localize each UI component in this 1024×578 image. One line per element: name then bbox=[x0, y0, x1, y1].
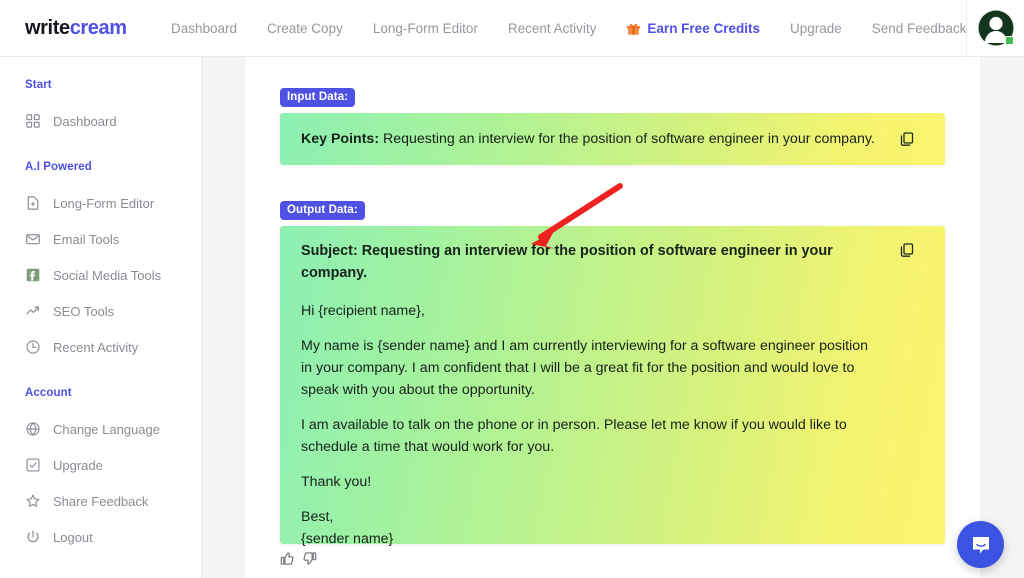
sidebar-item-social-media-tools-label: Social Media Tools bbox=[53, 267, 162, 283]
sidebar-item-share-feedback-label: Share Feedback bbox=[53, 493, 149, 509]
nav-item-dashboard[interactable]: Dashboard bbox=[171, 21, 237, 36]
sidebar-item-change-language[interactable]: Change Language bbox=[0, 411, 201, 447]
sidebar-item-long-form-editor-label: Long-Form Editor bbox=[53, 195, 155, 211]
output-paragraph-greeting: Hi {recipient name}, bbox=[301, 302, 425, 319]
output-signoff-line1: Best, bbox=[301, 508, 334, 525]
sidebar-section-start: Start bbox=[25, 79, 52, 91]
brand-logo-part2: cream bbox=[69, 16, 127, 39]
top-nav-links: Dashboard Create Copy Long-Form Editor R… bbox=[143, 0, 966, 57]
sidebar-item-upgrade-label: Upgrade bbox=[53, 457, 103, 473]
avatar-container[interactable] bbox=[966, 0, 1024, 57]
sidebar-item-seo-tools[interactable]: SEO Tools bbox=[0, 293, 201, 329]
key-points-label: Key Points: bbox=[301, 131, 380, 147]
output-paragraph-availability: I am available to talk on the phone or i… bbox=[301, 416, 847, 455]
star-icon bbox=[24, 493, 41, 510]
globe-icon bbox=[24, 421, 41, 438]
copy-icon[interactable] bbox=[899, 242, 915, 258]
sidebar-item-long-form-editor[interactable]: Long-Form Editor bbox=[0, 185, 201, 221]
sidebar-item-email-tools[interactable]: Email Tools bbox=[0, 221, 201, 257]
sidebar-item-email-tools-label: Email Tools bbox=[53, 231, 120, 247]
output-signoff: Best, {sender name} bbox=[301, 506, 875, 550]
facebook-square-icon bbox=[24, 267, 41, 284]
feedback-controls bbox=[280, 551, 317, 566]
output-signoff-line2: {sender name} bbox=[301, 530, 394, 547]
avatar-status-dot bbox=[1004, 36, 1014, 45]
envelope-icon bbox=[24, 231, 41, 248]
sidebar-item-logout-label: Logout bbox=[53, 529, 93, 545]
output-data-badge: Output Data: bbox=[280, 201, 365, 220]
nav-item-long-form-editor[interactable]: Long-Form Editor bbox=[373, 21, 478, 36]
nav-item-earn-free-credits-label: Earn Free Credits bbox=[647, 20, 760, 36]
input-data-badge-container: Input Data: bbox=[245, 87, 356, 107]
top-navigation-bar: writecream Dashboard Create Copy Long-Fo… bbox=[0, 0, 1024, 57]
nav-item-upgrade[interactable]: Upgrade bbox=[790, 21, 842, 36]
output-data-text: Subject: Requesting an interview for the… bbox=[280, 226, 945, 550]
sidebar-section-ai-powered: A.I Powered bbox=[25, 161, 92, 173]
input-data-badge: Input Data: bbox=[280, 88, 356, 107]
output-paragraph-intro: My name is {sender name} and I am curren… bbox=[301, 337, 869, 398]
sidebar: Start Dashboard A.I Powered Long-Form Ed… bbox=[0, 57, 202, 578]
sidebar-item-dashboard[interactable]: Dashboard bbox=[0, 103, 201, 139]
brand-logo[interactable]: writecream bbox=[0, 0, 143, 57]
nav-item-recent-activity[interactable]: Recent Activity bbox=[508, 21, 597, 36]
checkbox-square-icon bbox=[24, 457, 41, 474]
output-data-box: Subject: Requesting an interview for the… bbox=[280, 226, 945, 547]
input-data-text: Key Points: Requesting an interview for … bbox=[280, 113, 945, 150]
output-data-badge-container: Output Data: bbox=[245, 200, 365, 220]
nav-item-send-feedback[interactable]: Send Feedback bbox=[872, 21, 967, 36]
sidebar-item-upgrade[interactable]: Upgrade bbox=[0, 447, 201, 483]
content-panel: Input Data: Key Points: Requesting an in… bbox=[245, 57, 980, 578]
gift-icon bbox=[626, 21, 641, 36]
left-gutter bbox=[203, 57, 245, 578]
sidebar-item-social-media-tools[interactable]: Social Media Tools bbox=[0, 257, 201, 293]
sidebar-section-account: Account bbox=[25, 387, 72, 399]
thumbs-up-icon[interactable] bbox=[280, 551, 295, 566]
sidebar-item-dashboard-label: Dashboard bbox=[53, 113, 117, 129]
sidebar-item-share-feedback[interactable]: Share Feedback bbox=[0, 483, 201, 519]
app-root: writecream Dashboard Create Copy Long-Fo… bbox=[0, 0, 1024, 578]
brand-logo-text: writecream bbox=[25, 17, 127, 40]
avatar[interactable] bbox=[977, 9, 1015, 47]
brand-logo-part1: write bbox=[25, 16, 70, 39]
copy-icon[interactable] bbox=[899, 131, 915, 147]
nav-item-create-copy[interactable]: Create Copy bbox=[267, 21, 343, 36]
nav-item-earn-free-credits[interactable]: Earn Free Credits bbox=[626, 21, 760, 36]
right-gutter bbox=[980, 57, 1024, 578]
chat-launcher-button[interactable] bbox=[957, 521, 1004, 568]
output-paragraph-thanks: Thank you! bbox=[301, 473, 372, 490]
input-data-box: Key Points: Requesting an interview for … bbox=[280, 113, 945, 165]
sidebar-item-recent-activity[interactable]: Recent Activity bbox=[0, 329, 201, 365]
document-add-icon bbox=[24, 195, 41, 212]
output-subject-line: Subject: Requesting an interview for the… bbox=[301, 243, 833, 282]
sidebar-item-change-language-label: Change Language bbox=[53, 421, 160, 437]
sidebar-item-logout[interactable]: Logout bbox=[0, 519, 201, 555]
thumbs-down-icon[interactable] bbox=[302, 551, 317, 566]
key-points-value: Requesting an interview for the position… bbox=[379, 131, 875, 147]
power-icon bbox=[24, 529, 41, 546]
trending-up-icon bbox=[24, 303, 41, 320]
grid-icon bbox=[24, 113, 41, 130]
sidebar-item-seo-tools-label: SEO Tools bbox=[53, 303, 115, 319]
clock-icon bbox=[24, 339, 41, 356]
sidebar-item-recent-activity-label: Recent Activity bbox=[53, 339, 139, 355]
chat-bubble-icon bbox=[972, 536, 989, 553]
